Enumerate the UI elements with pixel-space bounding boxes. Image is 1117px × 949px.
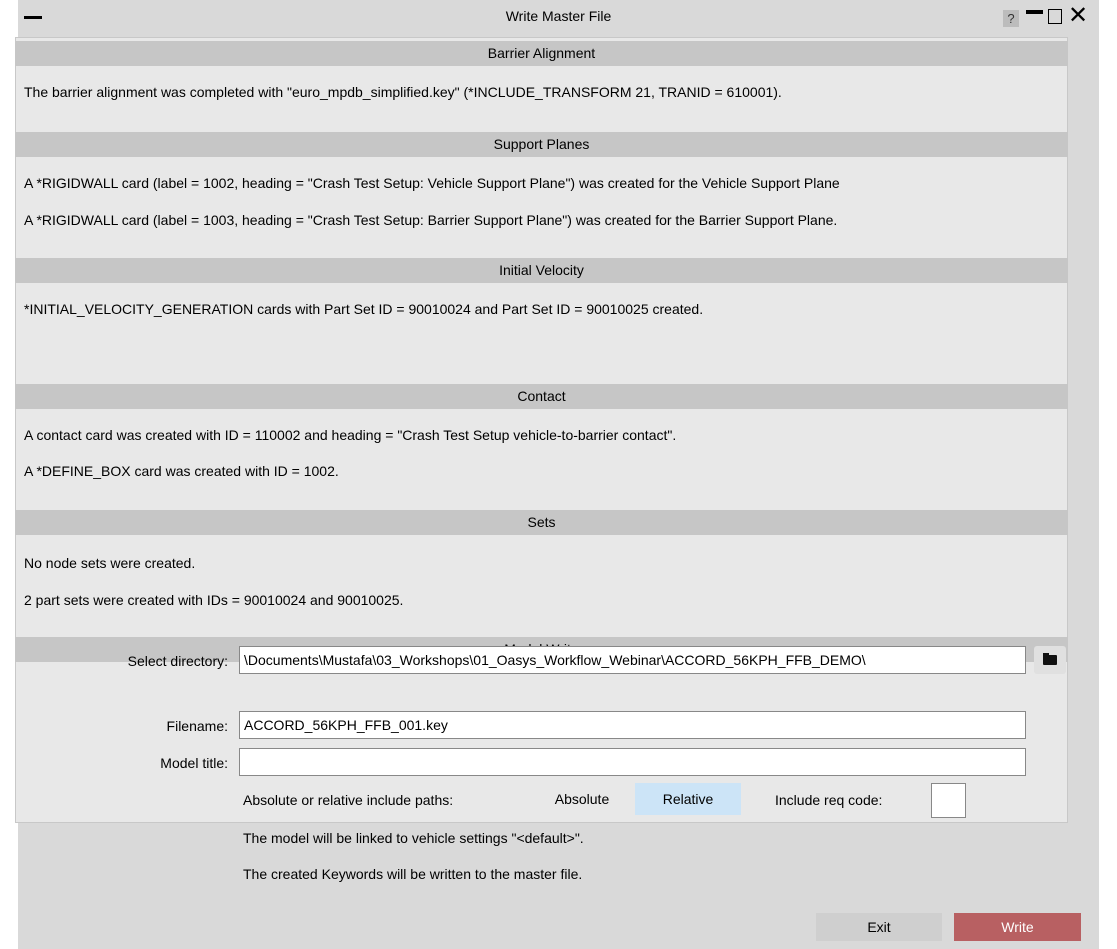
- include-paths-label: Absolute or relative include paths:: [243, 792, 454, 808]
- folder-icon: [1043, 655, 1057, 665]
- keywords-text: The created Keywords will be written to …: [243, 866, 583, 882]
- title-bar[interactable]: Write Master File ? ✕: [18, 0, 1099, 33]
- filename-label: Filename:: [166, 718, 228, 734]
- initial-velocity-text: *INITIAL_VELOCITY_GENERATION cards with …: [24, 301, 704, 317]
- barrier-support-plane-text: A *RIGIDWALL card (label = 1003, heading…: [24, 212, 838, 228]
- minimize-icon[interactable]: [1026, 10, 1043, 14]
- section-header-support-planes: Support Planes: [15, 132, 1068, 157]
- vehicle-settings-text: The model will be linked to vehicle sett…: [243, 830, 584, 846]
- close-icon[interactable]: ✕: [1068, 3, 1088, 29]
- barrier-alignment-text: The barrier alignment was completed with…: [24, 84, 782, 100]
- contact-card-text: A contact card was created with ID = 110…: [24, 427, 677, 443]
- model-title-input[interactable]: [239, 748, 1026, 776]
- section-header-contact: Contact: [15, 384, 1068, 409]
- include-req-code-label: Include req code:: [775, 792, 883, 808]
- include-req-code-checkbox[interactable]: [931, 783, 966, 818]
- define-box-text: A *DEFINE_BOX card was created with ID =…: [24, 463, 339, 479]
- filename-input[interactable]: ACCORD_56KPH_FFB_001.key: [239, 711, 1026, 739]
- relative-option[interactable]: Relative: [635, 783, 741, 815]
- directory-input[interactable]: \Documents\Mustafa\03_Workshops\01_Oasys…: [239, 646, 1026, 674]
- section-header-barrier-alignment: Barrier Alignment: [15, 41, 1068, 66]
- window-title: Write Master File: [505, 8, 612, 24]
- section-header-initial-velocity: Initial Velocity: [15, 258, 1068, 283]
- model-title-label: Model title:: [160, 755, 228, 771]
- select-directory-label: Select directory:: [127, 653, 228, 669]
- maximize-icon[interactable]: [1048, 9, 1062, 24]
- browse-folder-button[interactable]: [1034, 646, 1066, 674]
- vehicle-support-plane-text: A *RIGIDWALL card (label = 1002, heading…: [24, 175, 840, 191]
- exit-button[interactable]: Exit: [816, 913, 942, 941]
- part-sets-text: 2 part sets were created with IDs = 9001…: [24, 592, 404, 608]
- section-header-sets: Sets: [15, 510, 1068, 535]
- absolute-option[interactable]: Absolute: [537, 783, 627, 815]
- help-button[interactable]: ?: [1003, 10, 1019, 27]
- write-button[interactable]: Write: [954, 913, 1081, 941]
- node-sets-text: No node sets were created.: [24, 555, 196, 571]
